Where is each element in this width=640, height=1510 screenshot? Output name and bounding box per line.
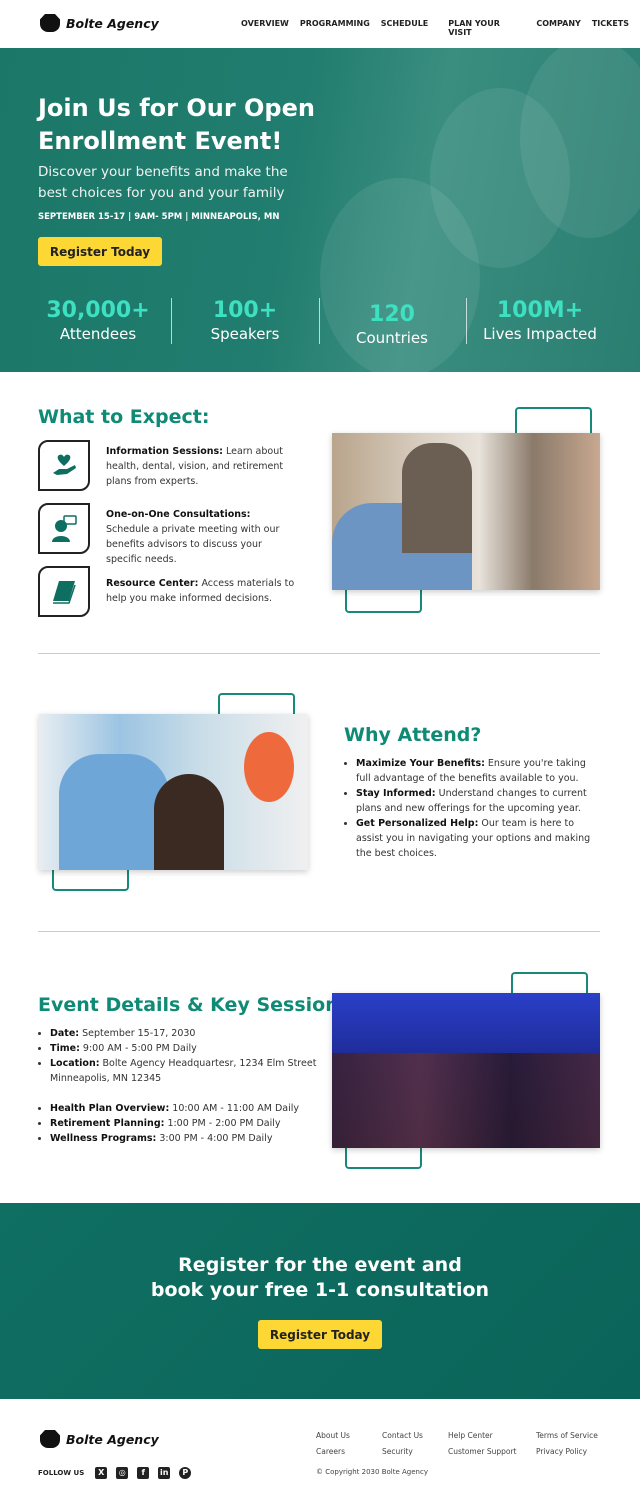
hero-title: Join Us for Our Open Enrollment Event!	[38, 94, 315, 155]
instagram-icon[interactable]: ◎	[116, 1467, 129, 1479]
feature-resource-center: Resource Center: Access materials to hel…	[38, 566, 296, 617]
details-list: Date: September 15-17, 2030 Time: 9:00 A…	[38, 1026, 318, 1086]
section-divider	[38, 931, 600, 932]
cta-section: Register for the event and book your free…	[0, 1203, 640, 1399]
stat-divider	[171, 298, 172, 344]
stat-countries: 120 Countries	[356, 302, 428, 347]
copyright: © Copyright 2030 Bolte Agency	[316, 1468, 428, 1476]
logo-icon	[40, 1430, 60, 1448]
footer-link-support[interactable]: Customer Support	[448, 1444, 516, 1460]
hero-register-button[interactable]: Register Today	[38, 237, 162, 266]
list-item: Time: 9:00 AM - 5:00 PM Daily	[50, 1041, 318, 1056]
x-icon[interactable]: X	[95, 1467, 108, 1479]
list-item: Health Plan Overview: 10:00 AM - 11:00 A…	[50, 1101, 318, 1116]
stat-speakers: 100+ Speakers	[210, 298, 280, 343]
consultation-icon	[38, 503, 90, 554]
logo-icon	[40, 14, 60, 32]
brand-logo[interactable]: Bolte Agency	[40, 14, 159, 32]
stat-divider	[466, 298, 467, 344]
pinterest-icon[interactable]: P	[179, 1467, 192, 1479]
stat-attendees: 30,000+ Attendees	[46, 298, 150, 343]
footer-col-1: About Us Careers	[316, 1428, 350, 1460]
site-header: Bolte Agency OVERVIEW PROGRAMMING SCHEDU…	[0, 0, 640, 48]
list-item: Retirement Planning: 1:00 PM - 2:00 PM D…	[50, 1116, 318, 1131]
sessions-list: Health Plan Overview: 10:00 AM - 11:00 A…	[38, 1101, 318, 1146]
footer-link-terms[interactable]: Terms of Service	[536, 1428, 598, 1444]
nav-schedule[interactable]: SCHEDULE	[381, 19, 429, 37]
hero-event-meta: SEPTEMBER 15-17 | 9AM- 5PM | MINNEAPOLIS…	[38, 212, 280, 222]
details-title: Event Details & Key Sessions	[38, 994, 351, 1016]
why-list: Maximize Your Benefits: Ensure you're ta…	[344, 756, 600, 861]
audience-photo	[332, 993, 600, 1148]
main-nav: OVERVIEW PROGRAMMING SCHEDULE PLAN YOUR …	[241, 19, 640, 37]
consultation-group-photo	[332, 433, 600, 590]
hero-section: Join Us for Our Open Enrollment Event! D…	[0, 48, 640, 372]
list-item: Get Personalized Help: Our team is here …	[356, 816, 600, 861]
nav-overview[interactable]: OVERVIEW	[241, 19, 289, 37]
feature-consultations: One-on-One Consultations: Schedule a pri…	[38, 503, 296, 567]
nav-tickets[interactable]: TICKETS	[592, 19, 629, 37]
facebook-icon[interactable]: f	[137, 1467, 150, 1479]
list-item: Location: Bolte Agency Headquartesr, 123…	[50, 1056, 318, 1086]
footer-link-help[interactable]: Help Center	[448, 1428, 516, 1444]
footer-col-4: Terms of Service Privacy Policy	[536, 1428, 598, 1460]
nav-plan-your-visit[interactable]: PLAN YOUR VISIT	[448, 19, 520, 37]
hero-subtitle: Discover your benefits and make the best…	[38, 164, 288, 201]
linkedin-icon[interactable]: in	[158, 1467, 171, 1479]
footer-logo[interactable]: Bolte Agency	[40, 1430, 159, 1448]
feature-information-sessions: Information Sessions: Learn about health…	[38, 440, 296, 491]
footer-link-security[interactable]: Security	[382, 1444, 423, 1460]
list-item: Date: September 15-17, 2030	[50, 1026, 318, 1041]
list-item: Wellness Programs: 3:00 PM - 4:00 PM Dai…	[50, 1131, 318, 1146]
footer-link-privacy[interactable]: Privacy Policy	[536, 1444, 598, 1460]
list-item: Maximize Your Benefits: Ensure you're ta…	[356, 756, 600, 786]
why-title: Why Attend?	[344, 724, 482, 746]
footer-col-3: Help Center Customer Support	[448, 1428, 516, 1460]
footer-col-2: Contact Us Security	[382, 1428, 423, 1460]
cta-register-button[interactable]: Register Today	[258, 1320, 382, 1349]
list-item: Stay Informed: Understand changes to cur…	[356, 786, 600, 816]
book-icon	[38, 566, 90, 617]
expect-title: What to Expect:	[38, 406, 210, 428]
footer-link-contact[interactable]: Contact Us	[382, 1428, 423, 1444]
stat-lives: 100M+ Lives Impacted	[483, 298, 597, 343]
cta-title: Register for the event and book your free…	[150, 1254, 490, 1301]
dentist-photo	[39, 714, 308, 870]
heart-hand-icon	[38, 440, 90, 491]
nav-programming[interactable]: PROGRAMMING	[300, 19, 370, 37]
footer-link-careers[interactable]: Careers	[316, 1444, 350, 1460]
section-divider	[38, 653, 600, 654]
social-links: FOLLOW US X ◎ f in P	[38, 1467, 192, 1479]
stat-divider	[319, 298, 320, 344]
nav-company[interactable]: COMPANY	[536, 19, 580, 37]
footer-link-about[interactable]: About Us	[316, 1428, 350, 1444]
